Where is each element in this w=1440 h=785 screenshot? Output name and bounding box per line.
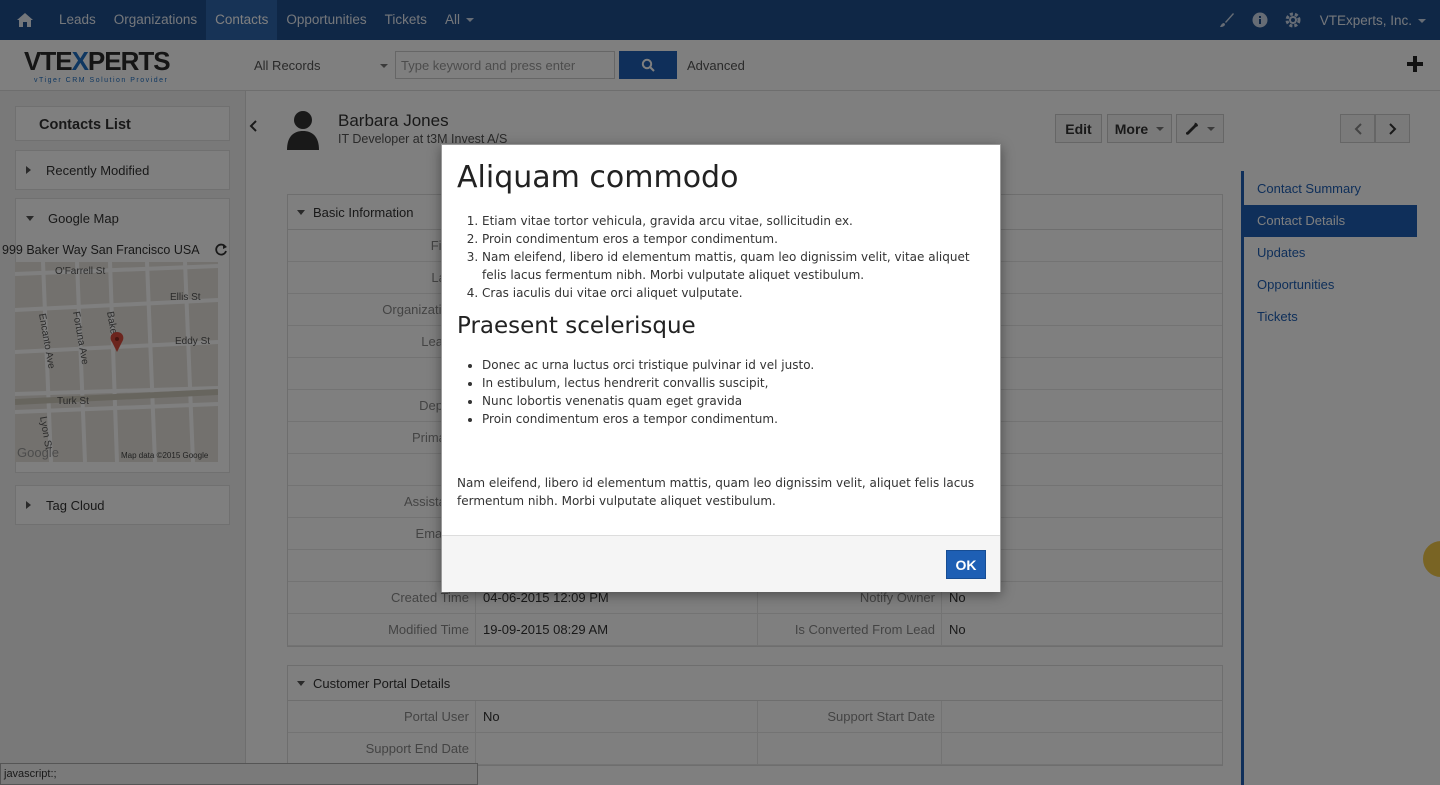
modal-subtitle: Praesent scelerisque: [457, 313, 696, 339]
list-item: Nunc lobortis venenatis quam eget gravid…: [482, 392, 985, 410]
ok-button[interactable]: OK: [946, 550, 986, 579]
info-modal: Aliquam commodo Etiam vitae tortor vehic…: [441, 144, 1001, 592]
list-item: Proin condimentum eros a tempor condimen…: [482, 410, 985, 428]
list-item: Nam eleifend, libero id elementum mattis…: [482, 248, 985, 284]
list-item: Cras iaculis dui vitae orci aliquet vulp…: [482, 284, 985, 302]
list-item: In estibulum, lectus hendrerit convallis…: [482, 374, 985, 392]
list-item: Proin condimentum eros a tempor condimen…: [482, 230, 985, 248]
list-item: Etiam vitae tortor vehicula, gravida arc…: [482, 212, 985, 230]
list-item: Donec ac urna luctus orci tristique pulv…: [482, 356, 985, 374]
modal-paragraph: Nam eleifend, libero id elementum mattis…: [457, 476, 975, 508]
modal-title: Aliquam commodo: [457, 160, 739, 195]
modal-body: Aliquam commodo Etiam vitae tortor vehic…: [442, 145, 1000, 510]
modal-footer: OK: [442, 535, 1000, 592]
modal-bullet-list: Donec ac urna luctus orci tristique pulv…: [457, 356, 985, 428]
modal-ordered-list: Etiam vitae tortor vehicula, gravida arc…: [457, 212, 985, 302]
